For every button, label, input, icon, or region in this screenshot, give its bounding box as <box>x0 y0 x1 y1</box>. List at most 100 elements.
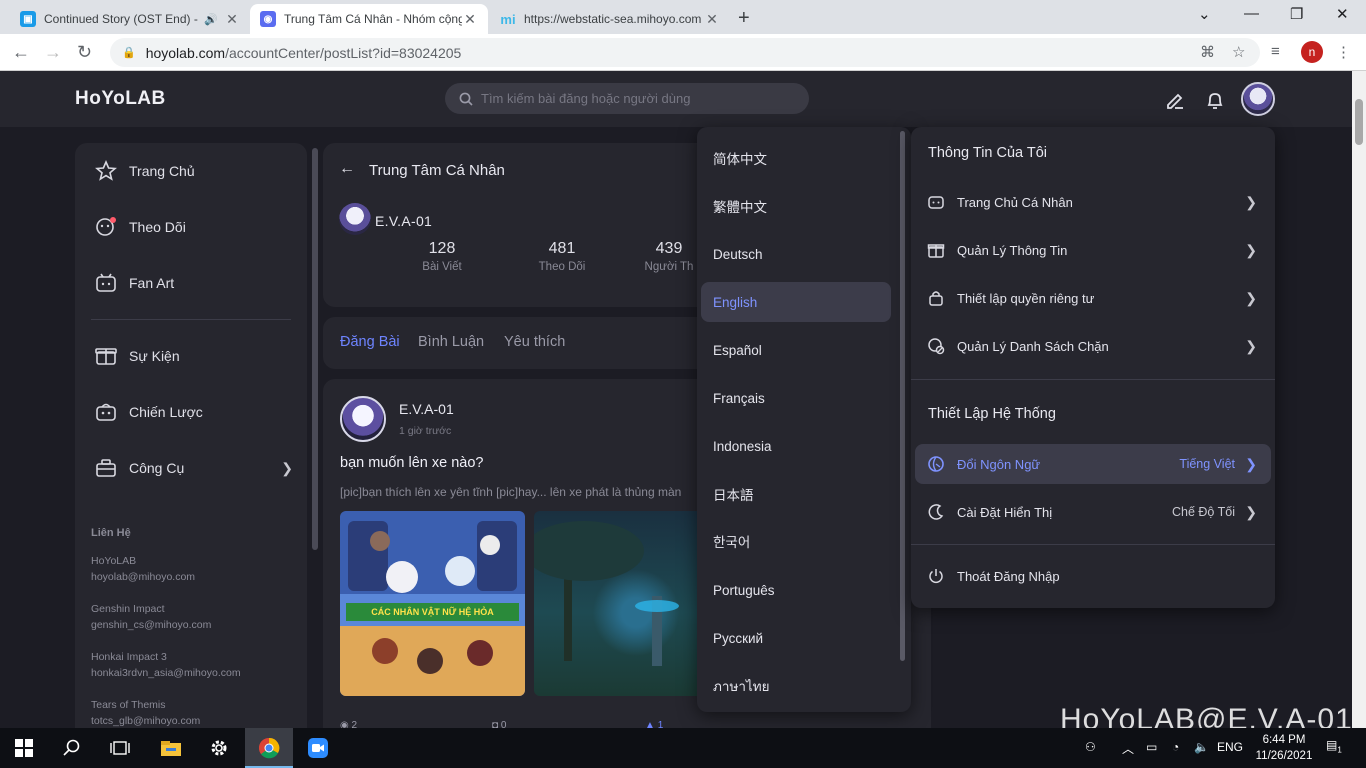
language-option[interactable]: 日本語 <box>701 474 891 514</box>
stat-posts[interactable]: 128 Bài Viết <box>397 240 487 273</box>
input-language[interactable]: ENG <box>1217 740 1243 754</box>
profile-avatar[interactable] <box>339 203 371 235</box>
browser-tab-3[interactable]: mi https://webstatic-sea.mihoyo.com ✕ <box>490 4 730 34</box>
wifi-icon[interactable]: ◔ <box>1172 740 1179 754</box>
post-author-name[interactable]: E.V.A-01 <box>399 401 454 417</box>
language-option[interactable]: 한국어 <box>701 521 891 561</box>
sidebar-item-label: Công Cụ <box>129 460 185 476</box>
post-author-avatar[interactable] <box>340 396 386 442</box>
media-control-icon[interactable]: ≡ <box>1271 43 1280 60</box>
post-image-2[interactable] <box>534 511 704 696</box>
browser-menu-icon[interactable]: ⋮ <box>1336 43 1351 61</box>
notification-center-icon[interactable]: ▤1 <box>1326 738 1342 754</box>
screencast-icon: ▣ <box>20 11 36 27</box>
menu-item-info-manage[interactable]: Quản Lý Thông Tin ❯ <box>915 230 1271 270</box>
sidebar-item-strategy[interactable]: Chiến Lược <box>93 394 293 430</box>
contact-email[interactable]: hoyolab@mihoyo.com <box>91 569 195 585</box>
language-option[interactable]: Deutsch <box>701 234 891 274</box>
language-option[interactable]: Português <box>701 570 891 610</box>
page-scrollbar[interactable] <box>1352 71 1366 728</box>
sidebar-item-home[interactable]: Trang Chủ <box>93 153 293 189</box>
volume-icon[interactable]: 🔈 <box>1194 740 1209 754</box>
task-view-icon[interactable] <box>108 736 132 760</box>
menu-item-label: Trang Chủ Cá Nhân <box>957 194 1073 210</box>
notification-bell-icon[interactable] <box>1204 89 1226 116</box>
tab-posts[interactable]: Đăng Bài <box>340 334 400 350</box>
sidebar-scrollbar[interactable] <box>312 148 318 550</box>
language-scrollbar[interactable] <box>900 131 905 661</box>
lock-icon[interactable]: 🔒 <box>122 46 136 59</box>
tab-favorites[interactable]: Yêu thích <box>504 334 565 350</box>
sidebar-item-fanart[interactable]: Fan Art <box>93 265 293 301</box>
hoyolab-icon: ◉ <box>260 11 276 27</box>
browser-profile-avatar[interactable]: n <box>1301 41 1323 63</box>
tray-expand-icon[interactable]: ︿ <box>1122 740 1134 757</box>
chevron-right-icon: ❯ <box>281 459 293 476</box>
language-option[interactable]: Indonesia <box>701 426 891 466</box>
menu-item-privacy[interactable]: Thiết lập quyền riêng tư ❯ <box>915 278 1271 318</box>
menu-item-blocklist[interactable]: Quản Lý Danh Sách Chặn ❯ <box>915 326 1271 366</box>
close-tab-icon[interactable]: ✕ <box>224 11 240 28</box>
bookmark-star-icon[interactable]: ☆ <box>1232 43 1245 61</box>
language-option[interactable]: 繁體中文 <box>701 186 891 226</box>
windows-start-icon[interactable] <box>12 736 36 760</box>
contact-heading: Liên Hệ <box>91 527 131 539</box>
language-option[interactable]: Français <box>701 378 891 418</box>
menu-item-change-language[interactable]: Đổi Ngôn Ngữ Tiếng Việt ❯ <box>915 444 1271 484</box>
tab-search-icon[interactable]: ⌄ <box>1198 5 1211 23</box>
post-image-1[interactable]: CÁC NHÂN VẬT NỮ HỆ HỎA <box>340 511 525 696</box>
language-option-selected[interactable]: English <box>701 282 891 322</box>
sidebar-item-tools[interactable]: Công Cụ ❯ <box>93 450 293 486</box>
language-option[interactable]: Русский <box>701 618 891 658</box>
taskbar-clock[interactable]: 6:44 PM 11/26/2021 <box>1251 732 1317 764</box>
speaker-icon[interactable]: 🔊 <box>204 13 218 26</box>
back-arrow-icon[interactable]: ← <box>339 160 355 178</box>
menu-item-logout[interactable]: Thoát Đăng Nhập <box>915 556 1271 596</box>
zoom-icon[interactable] <box>306 736 330 760</box>
user-avatar[interactable] <box>1241 82 1275 116</box>
minimize-button[interactable]: — <box>1244 5 1259 22</box>
back-icon[interactable]: ← <box>12 42 30 63</box>
menu-item-display-settings[interactable]: Cài Đặt Hiển Thị Chế Độ Tối ❯ <box>915 492 1271 532</box>
file-explorer-icon[interactable] <box>159 736 183 760</box>
close-tab-icon[interactable]: ✕ <box>704 11 720 28</box>
address-bar[interactable]: 🔒 hoyolab.com /accountCenter/postList?id… <box>110 38 1260 67</box>
language-option[interactable]: Español <box>701 330 891 370</box>
profile-icon <box>926 192 946 212</box>
search-input[interactable] <box>481 91 791 106</box>
tab-comments[interactable]: Bình Luận <box>418 334 484 350</box>
contact-email[interactable]: genshin_cs@mihoyo.com <box>91 617 211 633</box>
sidebar-item-label: Trang Chủ <box>129 163 195 179</box>
menu-item-personal-home[interactable]: Trang Chủ Cá Nhân ❯ <box>915 182 1271 222</box>
browser-tab-1[interactable]: ▣ Continued Story (OST End) - 🔊 ✕ <box>10 4 250 34</box>
sidebar-divider <box>91 319 291 320</box>
edit-post-icon[interactable] <box>1164 89 1186 116</box>
search-box[interactable] <box>445 83 809 114</box>
browser-tab-2[interactable]: ◉ Trung Tâm Cá Nhân - Nhóm cộng ✕ <box>250 4 488 34</box>
language-option[interactable]: ภาษาไทย <box>701 666 891 706</box>
contact-email[interactable]: honkai3rdvn_asia@mihoyo.com <box>91 665 241 681</box>
close-tab-icon[interactable]: ✕ <box>462 11 478 28</box>
forward-icon[interactable]: → <box>44 42 62 63</box>
settings-gear-icon[interactable] <box>207 736 231 760</box>
stat-followers[interactable]: 439 Người Th <box>639 240 699 273</box>
new-tab-button[interactable]: + <box>738 7 750 30</box>
reload-icon[interactable]: ↻ <box>77 42 92 63</box>
post-title[interactable]: bạn muốn lên xe nào? <box>340 455 484 471</box>
site-header: HoYoLAB <box>0 71 1352 127</box>
translate-icon[interactable]: ⌘ <box>1200 43 1215 61</box>
sidebar-item-events[interactable]: Sự Kiện <box>93 338 293 374</box>
language-option[interactable]: 简体中文 <box>701 138 891 178</box>
chrome-icon[interactable] <box>257 736 281 760</box>
contact-email[interactable]: totcs_glb@mihoyo.com <box>91 713 200 728</box>
sidebar-item-follow[interactable]: Theo Dõi <box>93 209 293 245</box>
people-icon[interactable]: ⚇ <box>1085 740 1096 754</box>
globe-icon <box>926 454 946 474</box>
scrollbar-thumb[interactable] <box>1355 99 1363 145</box>
search-icon[interactable] <box>60 736 84 760</box>
battery-icon[interactable]: ▭ <box>1146 740 1157 754</box>
close-window-button[interactable]: ✕ <box>1336 5 1349 23</box>
maximize-button[interactable]: ❐ <box>1290 5 1303 23</box>
stat-following[interactable]: 481 Theo Dõi <box>517 240 607 273</box>
hoyolab-logo[interactable]: HoYoLAB <box>75 88 166 110</box>
